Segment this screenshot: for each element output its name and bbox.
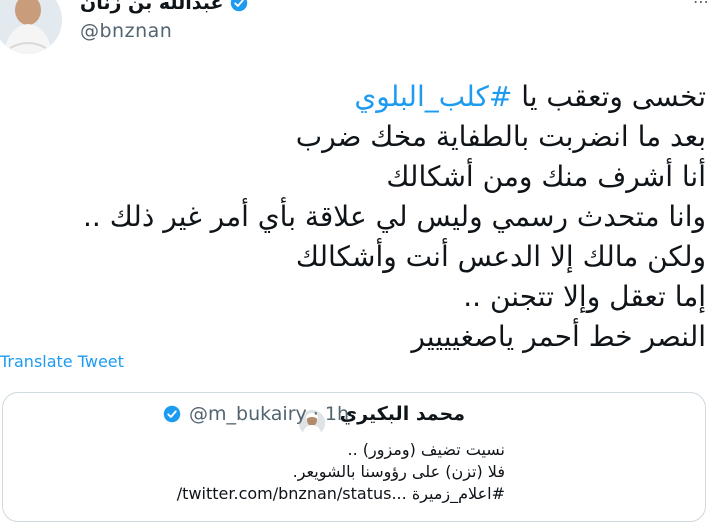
tweet-text: تخسى وتعقب يا #كلب_البلوي بعد ما انضربت … (66, 77, 706, 357)
tweet-line-3: أنا أشرف منك ومن أشكالك (386, 160, 706, 193)
tweet-line-7: النصر خط أحمر ياصغيييير (411, 320, 706, 353)
author-name[interactable]: عبدالله بن زنان (80, 0, 224, 14)
translate-tweet-link[interactable]: Translate Tweet (0, 352, 124, 371)
quoted-tweet-card[interactable]: محمد البكيري @m_bukairy · 1h نسيت تضيف (… (2, 392, 706, 522)
hashtag-link[interactable]: #كلب_البلوي (354, 80, 512, 113)
quoted-line-2: فلا (تزن) على رؤوسنا بالشويعر. (292, 462, 505, 481)
quoted-author-name[interactable]: محمد البكيري (340, 403, 465, 425)
tweet-line-1: تخسى وتعقب يا #كلب_البلوي (354, 80, 706, 113)
author-handle[interactable]: @bnznan (80, 20, 172, 42)
quoted-handle-time: @m_bukairy · 1h (189, 403, 350, 425)
tweet-line-4: وانا متحدث رسمي وليس لي علاقة بأي أمر غي… (83, 200, 706, 233)
author-avatar[interactable] (0, 0, 62, 54)
quoted-line-1: نسيت تضيف (ومزور) .. (347, 440, 505, 459)
quoted-verified-badge-icon (163, 405, 181, 423)
tweet-line-5: ولكن مالك إلا الدعس أنت وأشكالك (295, 240, 706, 273)
verified-badge-icon (230, 0, 247, 12)
tweet-line-6: إما تعقل وإلا تتجنن .. (463, 280, 706, 313)
quoted-tweet-text: نسيت تضيف (ومزور) .. فلا (تزن) على رؤوسن… (25, 439, 505, 505)
quoted-line-3: #اعلام_زميرة ...twitter.com/bnznan/statu… (176, 484, 505, 503)
more-options-icon[interactable]: ⋯ (693, 0, 710, 11)
tweet-line-2: بعد ما انضربت بالطفاية مخك ضرب (295, 120, 706, 153)
author-name-row: عبدالله بن زنان (80, 0, 248, 14)
